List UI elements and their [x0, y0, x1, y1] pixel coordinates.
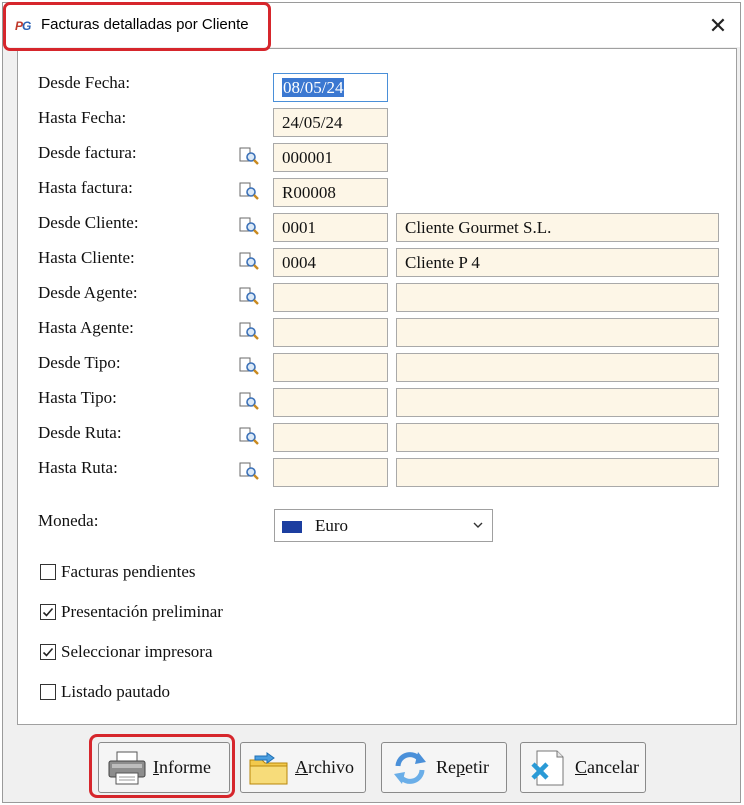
search-document-icon[interactable] — [238, 461, 260, 481]
search-document-icon[interactable] — [238, 356, 260, 376]
chevron-down-icon[interactable] — [472, 519, 484, 531]
cancel-document-icon — [531, 750, 564, 785]
archivo-label: Archivo — [295, 757, 354, 777]
hasta-tipo-label: Hasta Tipo: — [38, 388, 117, 407]
desde-tipo-name-field — [396, 353, 719, 382]
facturas-pendientes-checkbox[interactable] — [40, 564, 56, 580]
hasta-cliente-name-field: Cliente P 4 — [396, 248, 719, 277]
listado-pautado-checkbox[interactable] — [40, 684, 56, 700]
close-button[interactable]: ✕ — [704, 12, 732, 40]
search-document-icon[interactable] — [238, 286, 260, 306]
desde-fecha-input[interactable]: 08/05/24 — [273, 73, 388, 102]
listado-pautado-label: Listado pautado — [61, 682, 171, 701]
search-document-icon[interactable] — [238, 391, 260, 411]
desde-tipo-label: Desde Tipo: — [38, 353, 121, 372]
presentacion-preliminar-label: Presentación preliminar — [61, 602, 223, 621]
hasta-tipo-name-field — [396, 388, 719, 417]
hasta-ruta-label: Hasta Ruta: — [38, 458, 118, 477]
cancelar-label: Cancelar — [575, 757, 639, 777]
desde-fecha-label: Desde Fecha: — [38, 73, 131, 92]
facturas-pendientes-label: Facturas pendientes — [61, 562, 196, 581]
hasta-ruta-name-field — [396, 458, 719, 487]
dialog-window: PG Facturas detalladas por Cliente ✕ Des… — [2, 2, 741, 803]
search-document-icon[interactable] — [238, 321, 260, 341]
hasta-agente-name-field — [396, 318, 719, 347]
desde-factura-label: Desde factura: — [38, 143, 137, 162]
search-document-icon[interactable] — [238, 251, 260, 271]
filter-panel: Desde Fecha: 08/05/24 Hasta Fecha: 24/05… — [17, 48, 737, 725]
hasta-fecha-input[interactable]: 24/05/24 — [273, 108, 388, 137]
hasta-cliente-label: Hasta Cliente: — [38, 248, 135, 267]
seleccionar-impresora-label: Seleccionar impresora — [61, 642, 213, 661]
desde-ruta-code-input[interactable] — [273, 423, 388, 452]
search-document-icon[interactable] — [238, 146, 260, 166]
desde-cliente-label: Desde Cliente: — [38, 213, 139, 232]
search-document-icon[interactable] — [238, 181, 260, 201]
desde-agente-code-input[interactable] — [273, 283, 388, 312]
seleccionar-impresora-checkbox[interactable] — [40, 644, 56, 660]
desde-cliente-name-field: Cliente Gourmet S.L. — [396, 213, 719, 242]
hasta-fecha-label: Hasta Fecha: — [38, 108, 127, 127]
eu-flag-icon — [282, 521, 302, 533]
presentacion-preliminar-checkbox[interactable] — [40, 604, 56, 620]
repetir-label: Repetir — [436, 757, 489, 777]
checkmark-icon — [42, 607, 54, 617]
seleccionar-impresora-option[interactable]: Seleccionar impresora — [40, 642, 213, 662]
checkmark-icon — [42, 647, 54, 657]
desde-agente-name-field — [396, 283, 719, 312]
desde-agente-label: Desde Agente: — [38, 283, 138, 302]
hasta-ruta-code-input[interactable] — [273, 458, 388, 487]
moneda-select[interactable]: Euro — [274, 509, 493, 542]
desde-ruta-label: Desde Ruta: — [38, 423, 122, 442]
hasta-factura-input[interactable]: R00008 — [273, 178, 388, 207]
folder-icon — [249, 751, 288, 784]
refresh-icon — [394, 751, 426, 784]
search-document-icon[interactable] — [238, 426, 260, 446]
moneda-label: Moneda: — [38, 511, 99, 530]
listado-pautado-option[interactable]: Listado pautado — [40, 682, 170, 702]
informe-highlight-box — [89, 734, 235, 798]
archivo-button[interactable]: Archivo — [240, 742, 366, 793]
desde-factura-input[interactable]: 000001 — [273, 143, 388, 172]
repetir-button[interactable]: Repetir — [381, 742, 507, 793]
hasta-agente-code-input[interactable] — [273, 318, 388, 347]
title-highlight-box — [3, 2, 271, 51]
desde-ruta-name-field — [396, 423, 719, 452]
hasta-cliente-code-input[interactable]: 0004 — [273, 248, 388, 277]
desde-cliente-code-input[interactable]: 0001 — [273, 213, 388, 242]
facturas-pendientes-option[interactable]: Facturas pendientes — [40, 562, 196, 582]
hasta-tipo-code-input[interactable] — [273, 388, 388, 417]
presentacion-preliminar-option[interactable]: Presentación preliminar — [40, 602, 223, 622]
desde-tipo-code-input[interactable] — [273, 353, 388, 382]
hasta-factura-label: Hasta factura: — [38, 178, 133, 197]
cancelar-button[interactable]: Cancelar — [520, 742, 646, 793]
search-document-icon[interactable] — [238, 216, 260, 236]
moneda-value: Euro — [315, 516, 349, 535]
hasta-agente-label: Hasta Agente: — [38, 318, 134, 337]
